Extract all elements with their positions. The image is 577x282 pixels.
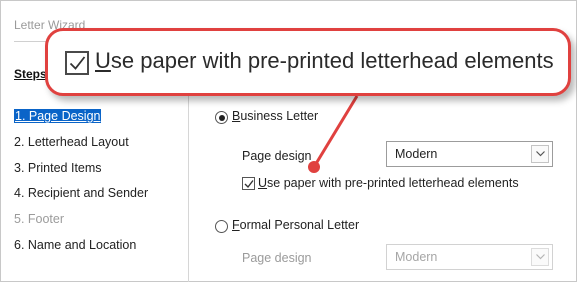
accelerator-letter: U	[258, 176, 268, 190]
chevron-down-icon	[531, 248, 549, 266]
steps-list: 1. Page Design 2. Letterhead Layout 3. P…	[14, 108, 148, 263]
letterhead-label[interactable]: Use paper with pre-printed letterhead el…	[258, 176, 519, 190]
accelerator-letter: U	[95, 48, 111, 73]
zoom-callout: Use paper with pre-printed letterhead el…	[45, 28, 571, 96]
step-label: 5. Footer	[14, 212, 65, 227]
step-label: 4. Recipient and Sender	[14, 186, 149, 201]
formal-page-design-value: Modern	[395, 250, 438, 264]
step-label: 2. Letterhead Layout	[14, 134, 129, 149]
formal-letter-radio[interactable]	[215, 220, 228, 233]
business-letter-radio[interactable]	[215, 111, 228, 124]
step-recipient-sender[interactable]: 4. Recipient and Sender	[14, 185, 148, 211]
step-letterhead-layout[interactable]: 2. Letterhead Layout	[14, 134, 148, 160]
step-label: 6. Name and Location	[14, 237, 137, 252]
checkmark-icon	[69, 56, 86, 70]
accelerator-letter: F	[232, 218, 240, 232]
callout-text: Use paper with pre-printed letterhead el…	[95, 48, 554, 74]
checkmark-icon	[244, 180, 254, 189]
formal-page-design-label: Page design	[242, 251, 312, 265]
step-label: 1. Page Design	[14, 109, 102, 123]
step-name-location[interactable]: 6. Name and Location	[14, 237, 148, 263]
page-design-select[interactable]: Modern	[386, 141, 553, 167]
steps-heading: Steps	[14, 67, 47, 81]
business-letter-label[interactable]: Business Letter	[232, 109, 318, 123]
page-design-label: Page design	[242, 149, 312, 163]
letterhead-checkbox[interactable]	[242, 177, 255, 190]
formal-page-design-select: Modern	[386, 244, 553, 270]
formal-letter-label[interactable]: Formal Personal Letter	[232, 218, 359, 232]
step-footer: 5. Footer	[14, 211, 148, 237]
label-text: usiness Letter	[240, 109, 319, 123]
step-label: 3. Printed Items	[14, 160, 102, 175]
label-text: se paper with pre-printed letterhead ele…	[267, 176, 519, 190]
callout-label-text: se paper with pre-printed letterhead ele…	[110, 48, 554, 73]
step-page-design[interactable]: 1. Page Design	[14, 108, 148, 134]
panel-divider	[188, 91, 189, 282]
chevron-down-icon[interactable]	[531, 145, 549, 163]
label-text: ormal Personal Letter	[239, 218, 360, 232]
step-printed-items[interactable]: 3. Printed Items	[14, 160, 148, 186]
page-design-value: Modern	[395, 147, 438, 161]
callout-checkbox	[65, 51, 89, 75]
